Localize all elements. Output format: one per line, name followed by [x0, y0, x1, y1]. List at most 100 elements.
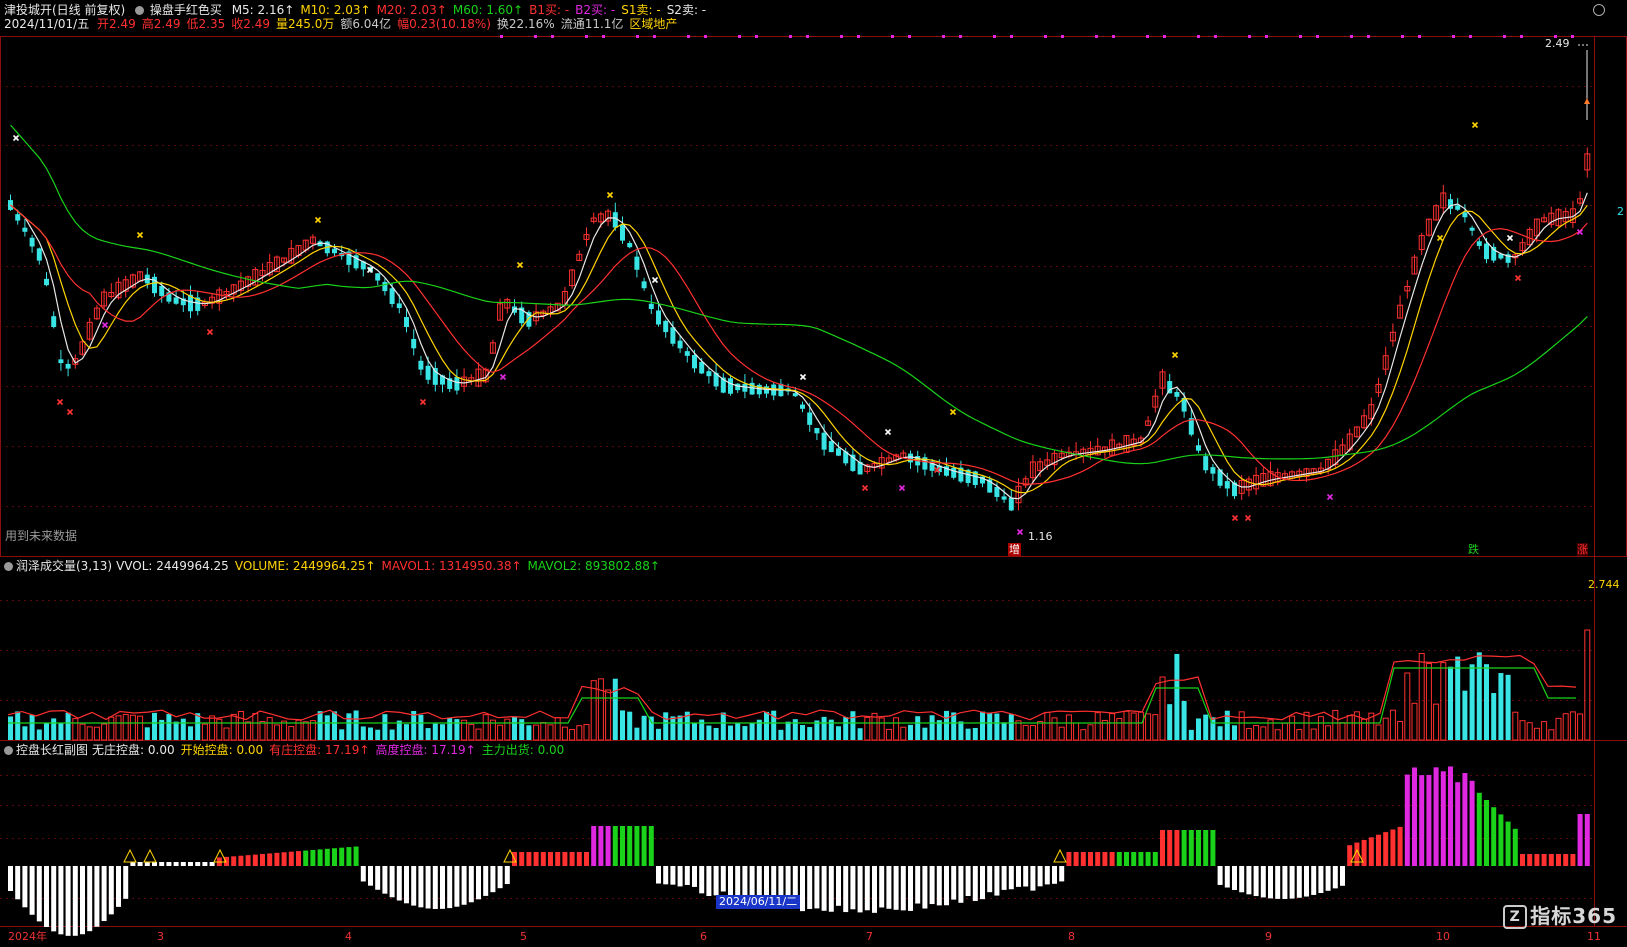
volume-bar-up — [1159, 676, 1166, 741]
control-settings-icon[interactable] — [4, 746, 13, 755]
volume-bar-up — [1339, 722, 1346, 741]
volume-bar-up — [1433, 703, 1440, 741]
volume-bar-up — [1382, 717, 1389, 741]
volume-bar-down — [958, 721, 964, 740]
volume-bar-down — [800, 725, 805, 740]
volume-bar-down — [627, 711, 633, 740]
volume-bar-down — [1505, 674, 1511, 740]
volume-bar-down — [836, 726, 841, 740]
control-bar — [468, 866, 474, 903]
control-bar — [447, 866, 453, 909]
control-bar — [584, 852, 589, 866]
control-panel-title[interactable]: 控盘长红副图 — [16, 743, 88, 757]
control-bar — [1196, 830, 1201, 866]
control-bar — [1239, 866, 1245, 893]
control-bar — [1520, 854, 1525, 866]
control-bar — [58, 866, 64, 935]
control-bar — [1160, 830, 1165, 866]
control-bar — [1570, 854, 1576, 866]
control-bar — [324, 848, 330, 866]
control-bar — [332, 848, 337, 866]
candle-down — [418, 360, 424, 370]
control-bar — [1232, 866, 1237, 890]
control-bar — [1577, 814, 1583, 866]
volume-bar-down — [173, 721, 179, 740]
control-bar — [1484, 800, 1489, 866]
control-bar — [1275, 866, 1281, 899]
control-bar — [368, 866, 373, 886]
control-bar — [144, 862, 150, 866]
volume-bar-down — [1008, 714, 1014, 740]
control-bar — [807, 866, 813, 909]
volume-bar-up — [1015, 720, 1022, 741]
candle-down — [951, 467, 957, 478]
x-axis-label-9: 11 — [1587, 930, 1601, 943]
volume-bar-up — [1577, 713, 1584, 741]
candle-down — [1462, 212, 1468, 218]
volume-bar-down — [987, 712, 993, 740]
control-bar — [958, 866, 964, 903]
control-bar — [440, 866, 445, 909]
volume-bar-down — [994, 713, 1000, 740]
control-bar — [692, 866, 697, 887]
signal-dot — [993, 35, 996, 38]
control-bar — [123, 866, 129, 899]
volume-bar-down — [612, 678, 618, 740]
control-bar — [87, 866, 93, 932]
signal-dot — [840, 35, 843, 38]
control-bar — [116, 866, 121, 907]
control-bar — [1167, 830, 1173, 866]
candle-down — [159, 286, 165, 296]
control-bar — [1030, 866, 1036, 891]
volume-bar-up — [893, 717, 900, 741]
volume-bar-down — [785, 721, 791, 740]
signal-dot — [959, 35, 962, 38]
volume-bar-up — [1130, 712, 1137, 741]
control-bar — [281, 852, 287, 866]
volume-settings-icon[interactable] — [4, 562, 13, 571]
volume-bar-up — [302, 721, 309, 741]
volume-bar-up — [1253, 725, 1260, 741]
volume-values: VVOL: 2449964.25 VOLUME: 2449964.25↑ MAVOL… — [116, 559, 666, 573]
volume-bar-up — [1425, 663, 1432, 741]
volume-bar-down — [764, 711, 769, 740]
control-bar — [562, 852, 568, 866]
start-control-triangle — [143, 848, 157, 863]
control-bar — [800, 866, 805, 912]
signal-dot — [891, 35, 894, 38]
volume-bar-down — [1469, 664, 1475, 740]
candle-down — [656, 310, 661, 325]
ma5-line — [10, 192, 1588, 500]
volume-bar-down — [353, 710, 359, 740]
control-bar — [1268, 866, 1273, 899]
volume-bar-down — [375, 729, 381, 740]
control-bar — [620, 826, 625, 866]
volume-value-1: VOLUME: 2449964.25↑ — [234, 559, 376, 573]
candle-down — [634, 256, 640, 270]
volume-bar-up — [1145, 713, 1152, 741]
volume-bar-up — [504, 718, 511, 741]
stock-chart[interactable] — [0, 0, 1627, 947]
volume-panel-title[interactable]: 润泽成交量(3,13) — [16, 559, 112, 573]
control-bar — [461, 866, 467, 905]
control-bar — [1059, 866, 1065, 882]
volume-bar-up — [547, 724, 554, 741]
control-bar — [8, 866, 13, 891]
control-bar — [720, 866, 726, 892]
control-bar — [1404, 774, 1410, 866]
volume-bar-down — [641, 715, 647, 740]
candle-down — [648, 303, 654, 310]
volume-bar-up — [230, 713, 237, 741]
volume-bar-up — [1440, 662, 1447, 741]
candle-down — [15, 214, 21, 221]
control-bar — [1052, 866, 1057, 884]
control-bar — [922, 866, 928, 909]
candle-down — [404, 317, 409, 327]
volume-bar-down — [382, 714, 388, 740]
candle-down — [1484, 243, 1489, 260]
x-axis-label-1: 3 — [157, 930, 164, 943]
control-bar — [864, 866, 870, 911]
control-bar — [1145, 852, 1151, 866]
start-control-triangle — [123, 848, 137, 863]
volume-bar-down — [821, 716, 827, 740]
